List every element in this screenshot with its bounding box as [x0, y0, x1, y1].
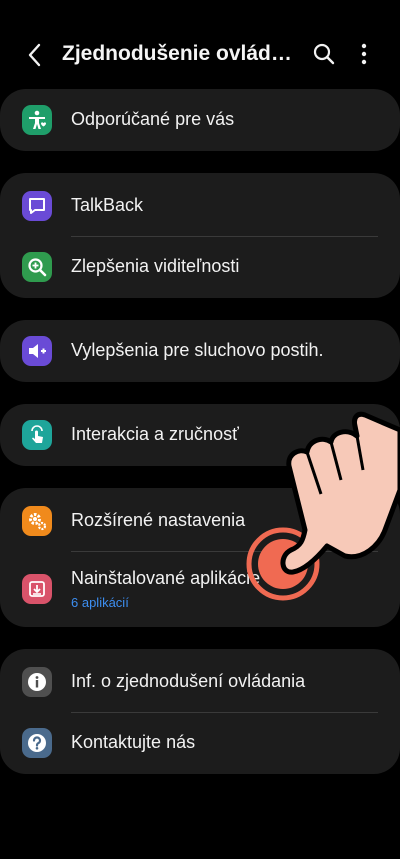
menu-item-label: Kontaktujte nás [71, 732, 196, 752]
help-icon [22, 728, 52, 758]
search-icon [313, 43, 335, 65]
accessibility-heart-icon [22, 105, 52, 135]
card-about: Inf. o zjednodušení ovládania Kontaktujt… [0, 649, 400, 774]
card-hearing: Vylepšenia pre sluchovo postih. [0, 320, 400, 382]
more-options-button[interactable] [352, 42, 376, 66]
menu-item-label: Zlepšenia viditeľnosti [71, 256, 240, 276]
back-button[interactable] [22, 42, 48, 68]
menu-item-contact[interactable]: Kontaktujte nás [0, 712, 400, 774]
advanced-settings-icon [22, 506, 52, 536]
menu-item-label: Inf. o zjednodušení ovládania [71, 671, 306, 691]
search-button[interactable] [312, 42, 336, 66]
back-arrow-icon [28, 43, 41, 67]
info-icon [22, 667, 52, 697]
menu-item-label: Rozšírené nastavenia [71, 510, 246, 530]
menu-item-label: Nainštalované aplikácie [71, 568, 261, 588]
more-vertical-icon [361, 43, 367, 65]
menu-item-label: Interakcia a zručnosť [71, 424, 239, 444]
visibility-zoom-icon [22, 252, 52, 282]
page-title: Zjednodušenie ovládania [62, 42, 300, 65]
installed-apps-icon [22, 574, 52, 604]
tap-gesture-hand-icon [245, 410, 400, 610]
menu-item-about[interactable]: Inf. o zjednodušení ovládania [0, 651, 400, 713]
talkback-icon [22, 191, 52, 221]
menu-item-label: Odporúčané pre vás [71, 109, 235, 129]
menu-item-label: Vylepšenia pre sluchovo postih. [71, 340, 324, 360]
card-talkback-visibility: TalkBack Zlepšenia viditeľnosti [0, 173, 400, 298]
interaction-hand-icon [22, 420, 52, 450]
card-recommended: Odporúčané pre vás [0, 89, 400, 151]
menu-item-hearing[interactable]: Vylepšenia pre sluchovo postih. [0, 320, 400, 382]
app-header: Zjednodušenie ovládania [0, 28, 400, 80]
menu-item-recommended[interactable]: Odporúčané pre vás [0, 89, 400, 151]
menu-item-sublabel: 6 aplikácií [71, 595, 129, 610]
menu-item-visibility[interactable]: Zlepšenia viditeľnosti [0, 236, 400, 298]
menu-item-talkback[interactable]: TalkBack [0, 175, 400, 237]
hearing-icon [22, 336, 52, 366]
menu-item-label: TalkBack [71, 195, 144, 215]
